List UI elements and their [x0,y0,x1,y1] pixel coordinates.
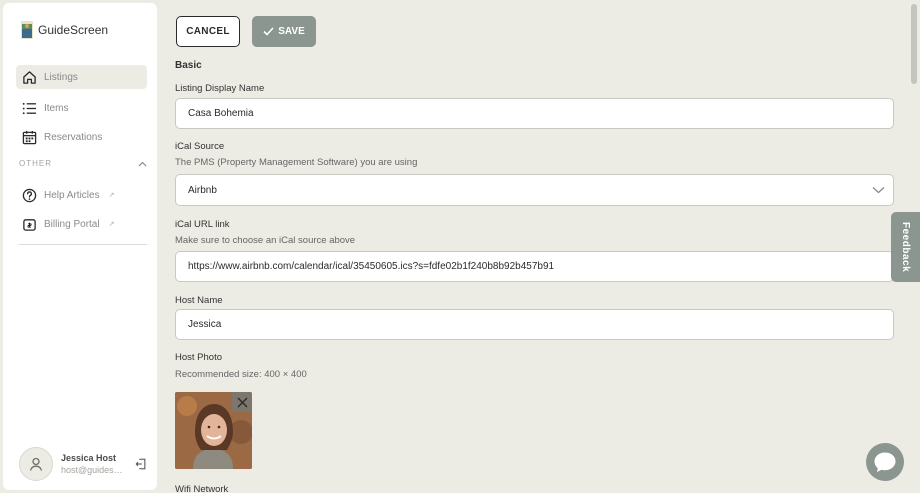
chevron-down-icon [872,187,885,194]
display-name-input[interactable]: Casa Bohemia [175,98,894,129]
guidescreen-logo-icon [21,21,33,39]
external-link-icon: ↗ [108,221,115,228]
ical-source-help: The PMS (Property Management Software) y… [175,157,418,168]
sidebar-item-billing-portal[interactable]: Billing Portal ↗ [16,212,147,236]
ical-source-label: iCal Source [175,141,225,152]
ical-url-help: Make sure to choose an iCal source above [175,235,356,246]
other-section-toggle[interactable]: OTHER [19,159,147,168]
save-label: SAVE [278,26,305,37]
brand-name: GuideScreen [38,23,109,37]
sidebar-item-items[interactable]: Items [16,96,147,120]
user-profile[interactable]: Jessica Host host@guidescreen.com [19,447,147,481]
sidebar-item-label: Billing Portal [44,218,100,230]
cancel-button[interactable]: CANCEL [176,16,240,47]
section-label: OTHER [19,159,52,168]
brand[interactable]: GuideScreen [21,21,108,39]
check-icon [263,27,274,36]
wifi-network-label: Wifi Network [175,484,229,493]
user-icon [29,457,43,471]
close-icon [237,397,247,407]
sidebar-item-label: Listings [44,71,78,83]
sidebar-item-reservations[interactable]: Reservations [16,125,147,149]
scrollbar-thumb[interactable] [911,4,917,84]
logout-icon[interactable] [135,457,147,471]
remove-photo-button[interactable] [232,392,252,412]
list-icon [22,102,37,114]
sidebar-item-help-articles[interactable]: Help Articles ↗ [16,183,147,207]
save-button[interactable]: SAVE [252,16,316,47]
external-link-icon: ↗ [108,192,115,199]
ical-source-select[interactable]: Airbnb [175,174,894,206]
chat-button[interactable] [866,443,904,481]
ical-url-input[interactable]: https://www.airbnb.com/calendar/ical/354… [175,251,894,282]
user-email: host@guidescreen.com [61,465,125,475]
user-name: Jessica Host [61,453,117,463]
sidebar-item-label: Help Articles [44,189,100,201]
sidebar-item-listings[interactable]: Listings [16,65,147,89]
host-photo-image[interactable] [175,392,252,469]
home-icon [23,70,36,84]
help-circle-icon [22,188,37,202]
sidebar: GuideScreen Listings Items Reservations … [3,3,157,490]
avatar [19,447,53,481]
chat-bubble-icon [874,452,896,472]
host-photo-label: Host Photo [175,352,222,363]
sidebar-item-label: Reservations [44,131,103,143]
feedback-tab[interactable]: Feedback [891,212,920,282]
ical-url-label: iCal URL link [175,219,230,230]
feedback-label: Feedback [900,221,911,273]
calendar-icon [22,130,37,144]
billing-icon [23,218,36,231]
sidebar-divider [19,244,147,245]
section-title: Basic [175,60,202,71]
chevron-up-icon [138,161,147,166]
host-photo-help: Recommended size: 400 × 400 [175,369,307,380]
sidebar-item-label: Items [44,102,69,114]
ical-source-value: Airbnb [188,184,217,196]
display-name-label: Listing Display Name [175,83,265,94]
host-name-label: Host Name [175,295,223,306]
host-name-input[interactable]: Jessica [175,309,894,340]
